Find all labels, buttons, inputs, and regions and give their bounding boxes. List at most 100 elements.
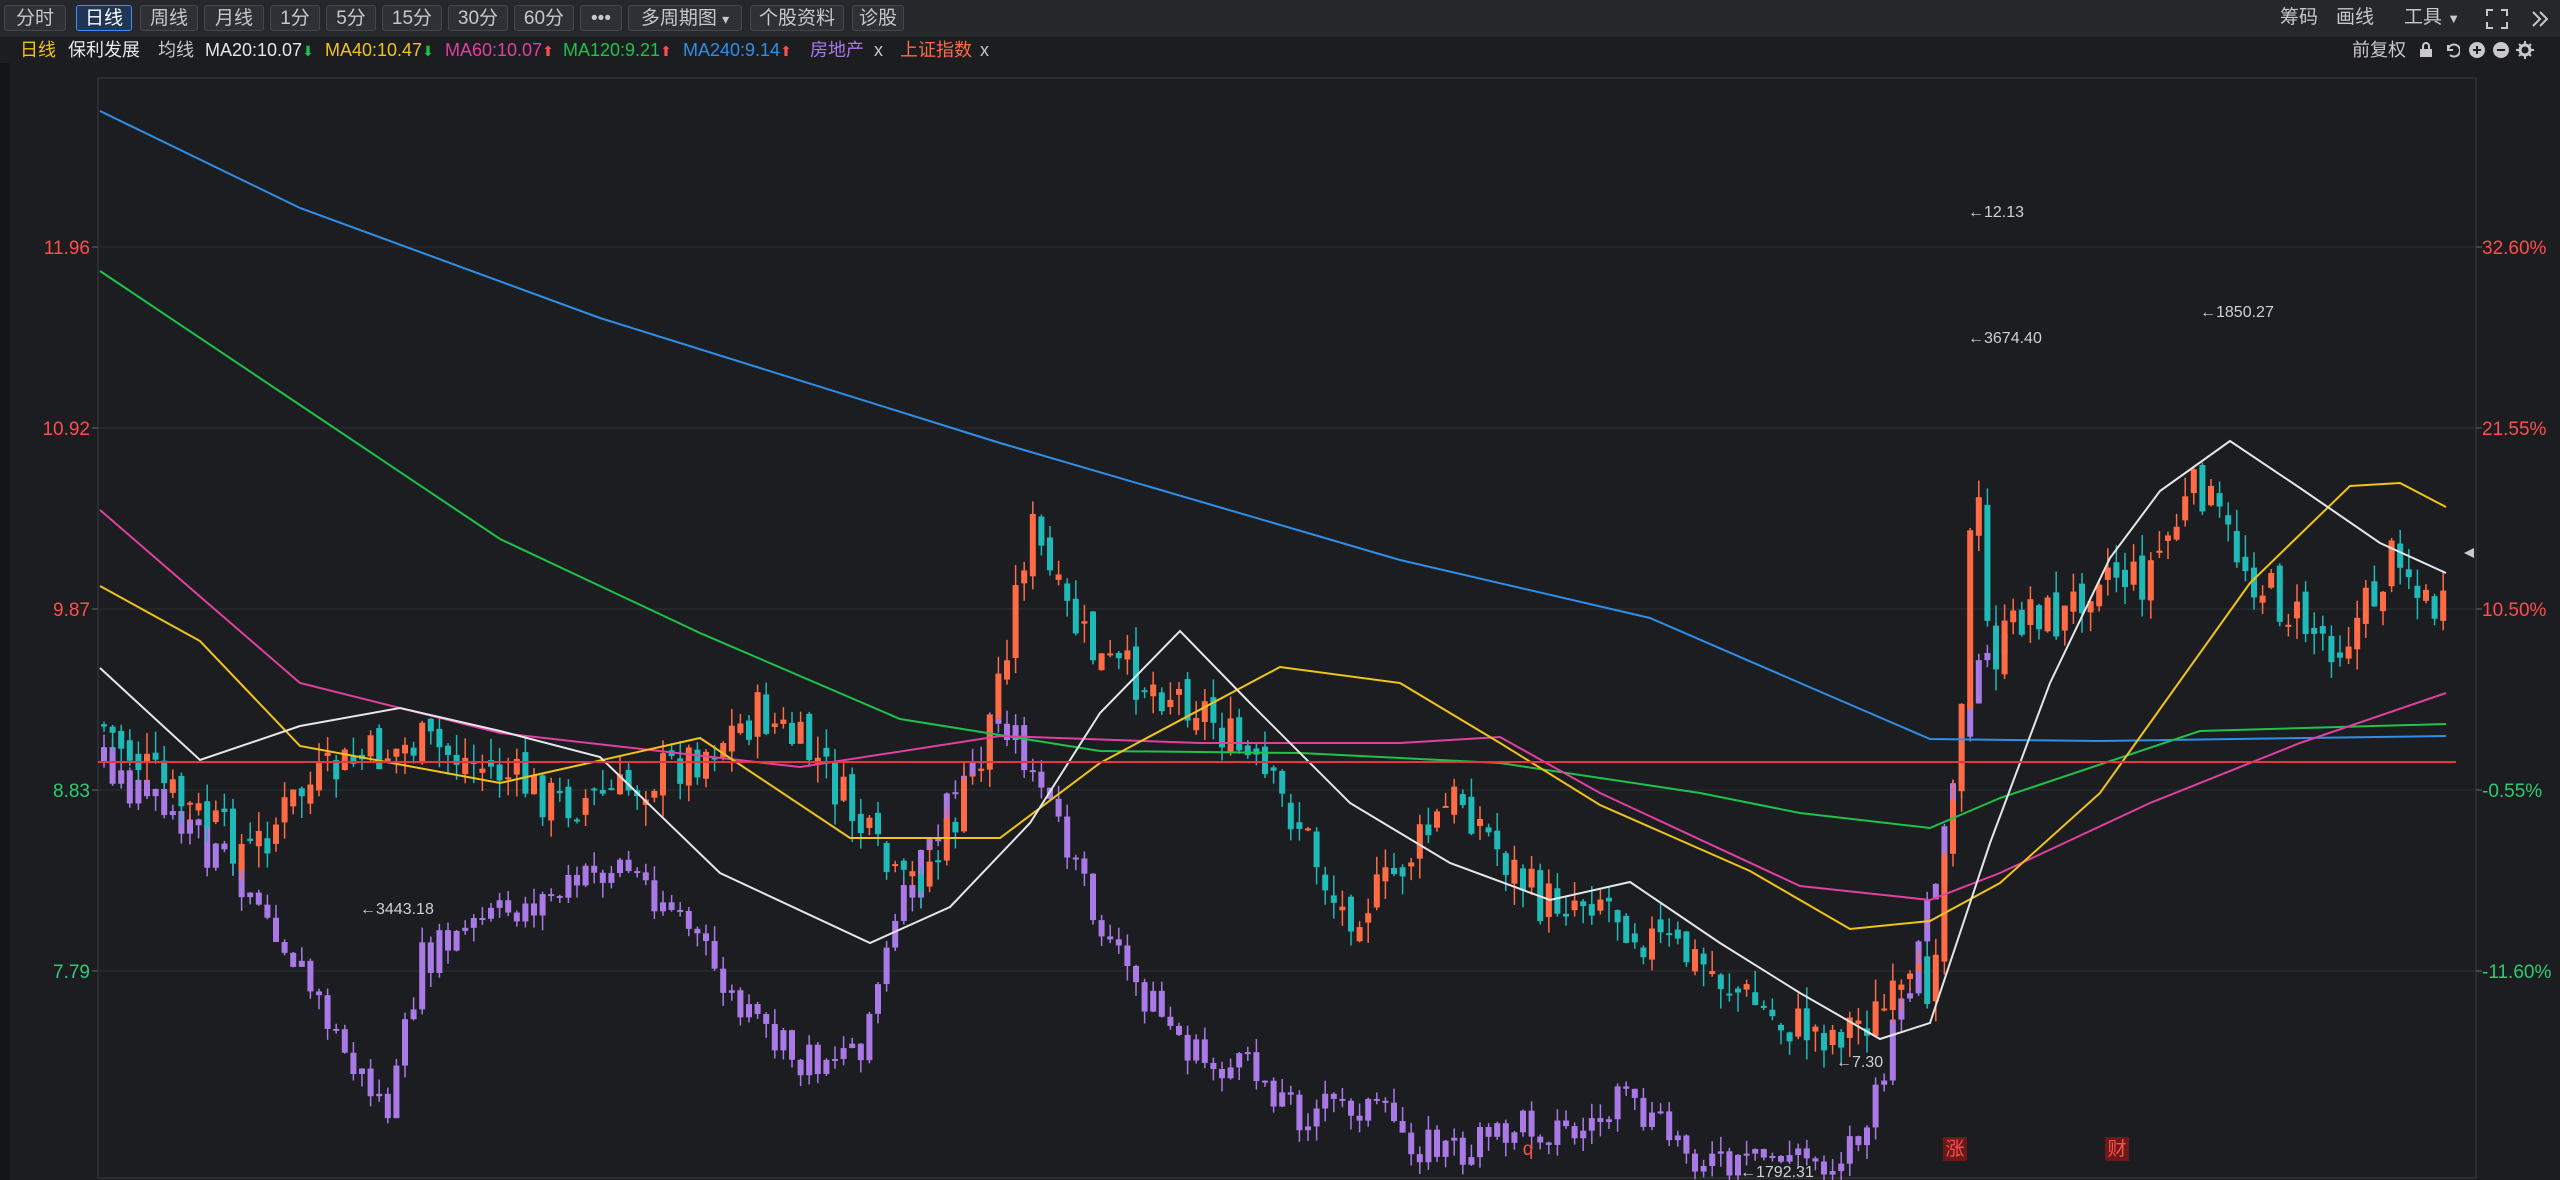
candle-body-105 [1004,660,1010,680]
candle-body-252 [2268,573,2275,588]
candle-body-171 [1571,900,1578,911]
candle-body-78 [771,723,778,728]
candle-body-216 [1958,703,1965,792]
period-button-7[interactable]: 30分 [448,5,508,31]
overlay-body-151 [1399,1121,1406,1133]
overlay-body-43 [470,917,477,928]
overlay-body-129 [1210,1062,1217,1069]
zoom-out-icon[interactable] [2492,41,2510,59]
candle-body-134 [1253,748,1260,755]
candle-body-258 [2319,626,2326,634]
candle-body-68 [685,747,692,786]
overlay-body-170 [1563,1120,1569,1127]
overlay-body-89 [866,1013,873,1061]
overlay-body-52 [548,894,555,897]
moving-average-layer [99,110,2447,1041]
overlay-body-168 [1545,1142,1552,1145]
overlay-body-59 [608,873,615,883]
fullscreen-icon[interactable] [2486,9,2508,29]
overlay-body-194 [1769,1155,1776,1158]
candle-body-202 [1838,1032,1845,1048]
candle-body-38 [427,718,434,732]
overlay-body-149 [1382,1100,1389,1103]
overlay-body-144 [1339,1098,1346,1101]
candle-body-10 [187,802,193,805]
close-overlay-realestate[interactable]: x [874,37,883,63]
overlay-body-210 [1907,993,1913,999]
settings-gear-icon[interactable] [2516,41,2534,59]
overlay-body-18 [255,892,262,905]
period-button-5[interactable]: 5分 [326,5,376,31]
candle-body-260 [2337,652,2343,658]
candles-layer [101,462,2447,1068]
overlay-body-175 [1606,1119,1612,1123]
overlay-body-19 [264,904,271,918]
overlay-body-3 [126,770,133,804]
lock-icon[interactable] [2418,42,2434,58]
undo-icon[interactable] [2444,42,2460,58]
overlay-body-143 [1330,1093,1337,1099]
more-button[interactable]: ••• [580,5,622,31]
overlay-body-139 [1296,1094,1303,1131]
period-button-6[interactable]: 15分 [382,5,442,31]
overlay-body-130 [1219,1068,1225,1079]
period-button-0[interactable]: 分时 [4,5,66,31]
overlay-body-85 [832,1059,838,1062]
overlay-body-178 [1631,1088,1638,1098]
overlay-realestate[interactable]: 房地产 [810,37,864,63]
ma20-value: MA20:10.07⬇ [205,40,314,60]
overlay-body-75 [746,1004,752,1018]
chips-button[interactable]: 筹码 [2280,5,2318,31]
overlay-body-173 [1588,1118,1595,1131]
close-overlay-index[interactable]: x [980,37,989,63]
multi-period-label: 多周期图 [640,8,717,29]
candle-body-80 [789,722,795,744]
diagnosis-button[interactable]: 诊股 [852,5,904,31]
period-indicator: 日线 [20,40,56,60]
candle-body-264 [2371,581,2378,607]
stock-name[interactable]: 保利发展 [68,37,140,63]
period-button-4[interactable]: 1分 [270,5,320,31]
overlay-body-188 [1717,1151,1724,1154]
overlay-body-219 [1984,653,1991,661]
collapse-icon[interactable] [2530,9,2550,29]
draw-button[interactable]: 画线 [2336,5,2374,31]
period-button-8[interactable]: 60分 [514,5,574,31]
candle-body-267 [2397,543,2404,568]
adjust-mode[interactable]: 前复权 [2352,37,2406,63]
caret-down-icon: ▼ [2447,11,2461,26]
price-tick-3: 8.83 [53,781,90,802]
overlay-body-161 [1485,1127,1492,1137]
overlay-body-195 [1778,1155,1784,1162]
ma-label[interactable]: 均线 [158,37,194,63]
toolbar: 分时 日线 周线 月线 1分 5分 15分 30分 60分 ••• 多周期图 ▾ 个股资料 诊股… [0,0,2560,38]
zoom-in-icon[interactable] [2468,41,2486,59]
kline-chart[interactable]: 11.96 10.92 9.87 8.83 7.79 32.60% 21.55% 10.50… [0,63,2560,1180]
overlay-body-201 [1829,1171,1836,1175]
period-button-2[interactable]: 周线 [140,5,198,31]
up-arrow-icon: ⬆ [542,43,554,59]
candle-body-118 [1115,652,1122,659]
tools-button[interactable]: 工具 ▼ [2404,5,2460,31]
overlay-shanghai-index[interactable]: 上证指数 [900,37,972,63]
overlay-body-204 [1855,1136,1862,1146]
candle-body-193 [1760,1005,1767,1008]
candle-body-248 [2233,531,2240,563]
overlay-body-179 [1640,1097,1647,1127]
candle-body-65 [660,753,666,796]
overlay-body-200 [1821,1161,1827,1175]
period-button-3[interactable]: 月线 [204,5,264,31]
multi-period-button[interactable]: 多周期图 ▾ [628,5,742,31]
candle-body-151 [1399,867,1406,877]
period-button-1[interactable]: 日线 [76,5,132,31]
overlay-body-158 [1459,1137,1466,1165]
candle-body-160 [1477,818,1483,827]
candle-body-188 [1717,974,1724,990]
candle-body-69 [694,749,701,778]
stock-info-button[interactable]: 个股资料 [750,5,844,31]
up-arrow-icon: ⬆ [780,43,792,59]
candle-body-272 [2440,590,2447,621]
overlay-body-42 [462,927,469,931]
candle-body-52 [548,782,555,821]
candle-body-189 [1726,993,1733,996]
